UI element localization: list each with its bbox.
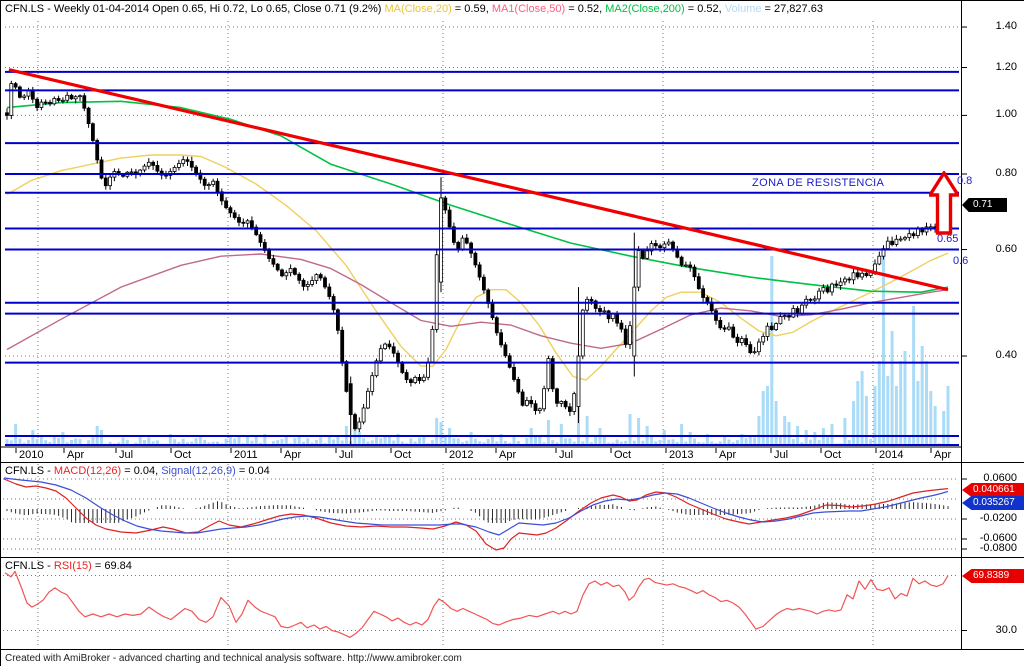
macd-value-tag: 0.040661 bbox=[962, 483, 1024, 497]
last-price-tag: 0.71 bbox=[962, 198, 1007, 212]
rsi-label: RSI(15) bbox=[53, 560, 92, 572]
footer-credit: Created with AmiBroker - advanced charti… bbox=[5, 653, 462, 664]
ma50-title-label: MA1(Close,50) bbox=[491, 3, 566, 15]
rsi-panel-title: CFN.LS - RSI(15) = 69.84 bbox=[5, 560, 132, 572]
chart-canvas[interactable] bbox=[1, 1, 1024, 666]
signal-value: = 0.04 bbox=[235, 465, 270, 477]
volume-title-value: = 27,827.63 bbox=[761, 3, 823, 15]
up-arrow-annotation bbox=[926, 169, 962, 235]
signal-label: Signal(12,26,9) bbox=[161, 465, 236, 477]
macd-panel-title: CFN.LS - MACD(12,26) = 0.04, Signal(12,2… bbox=[5, 465, 270, 477]
main-chart-title: CFN.LS - Weekly 01-04-2014 Open 0.65, Hi… bbox=[5, 3, 823, 15]
resistance-zone-label: ZONA DE RESISTENCIA bbox=[752, 177, 885, 189]
rsi-value-tag: 69.8389 bbox=[962, 569, 1024, 583]
macd-symbol: CFN.LS - bbox=[5, 465, 54, 477]
amibroker-chart-window: CFN.LS - Weekly 01-04-2014 Open 0.65, Hi… bbox=[0, 0, 1024, 666]
macd-value: = 0.04, bbox=[121, 465, 162, 477]
up-arrow-icon bbox=[926, 169, 962, 235]
rsi-value: = 69.84 bbox=[91, 560, 132, 572]
macd-label: MACD(12,26) bbox=[53, 465, 122, 477]
ma20-title-label: MA(Close,20) bbox=[384, 3, 452, 15]
rsi-symbol: CFN.LS - bbox=[5, 560, 54, 572]
signal-value-tag: 0.035267 bbox=[962, 496, 1024, 510]
ma50-title-value: = 0.52, bbox=[565, 3, 606, 15]
ma200-title-label: MA2(Close,200) bbox=[605, 3, 685, 15]
level-label-0.8: 0.8 bbox=[957, 175, 973, 187]
level-label-0.6: 0.6 bbox=[953, 255, 969, 267]
ma20-title-value: = 0.59, bbox=[451, 3, 492, 15]
ma200-title-value: = 0.52, bbox=[684, 3, 725, 15]
ohlc-summary: CFN.LS - Weekly 01-04-2014 Open 0.65, Hi… bbox=[5, 3, 385, 15]
volume-title-label: Volume bbox=[724, 3, 762, 15]
